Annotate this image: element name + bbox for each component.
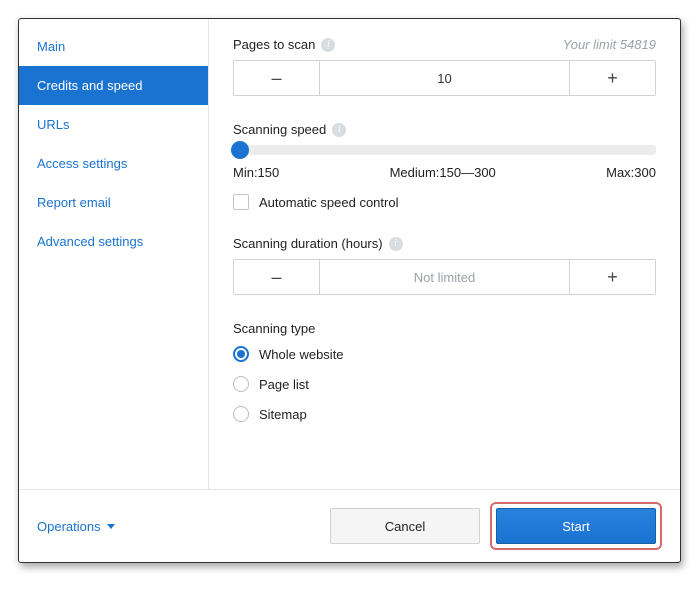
modal-footer: Operations Cancel Start: [19, 490, 680, 562]
radio-whole-website[interactable]: Whole website: [233, 346, 656, 362]
duration-stepper: – Not limited +: [233, 259, 656, 295]
slider-min-label: Min:150: [233, 165, 279, 180]
radio-sitemap[interactable]: Sitemap: [233, 406, 656, 422]
sidebar-item-main[interactable]: Main: [19, 27, 208, 66]
sidebar: Main Credits and speed URLs Access setti…: [19, 19, 209, 489]
radio-input[interactable]: [233, 376, 249, 392]
sidebar-item-credits-speed[interactable]: Credits and speed: [19, 66, 208, 105]
info-icon[interactable]: i: [332, 123, 346, 137]
sidebar-item-report-email[interactable]: Report email: [19, 183, 208, 222]
scanning-duration-text: Scanning duration (hours): [233, 236, 383, 251]
settings-modal: Main Credits and speed URLs Access setti…: [18, 18, 681, 563]
modal-body: Main Credits and speed URLs Access setti…: [19, 19, 680, 490]
pages-increment-button[interactable]: +: [569, 61, 655, 95]
scanning-type-text: Scanning type: [233, 321, 315, 336]
scanning-speed-section: Scanning speed i Min:150 Medium:150—300 …: [233, 122, 656, 210]
slider-max-label: Max:300: [606, 165, 656, 180]
auto-speed-row[interactable]: Automatic speed control: [233, 194, 656, 210]
main-panel: Pages to scan i Your limit 54819 – 10 + …: [209, 19, 680, 489]
scanning-duration-section: Scanning duration (hours) i – Not limite…: [233, 236, 656, 295]
radio-page-list[interactable]: Page list: [233, 376, 656, 392]
info-icon[interactable]: i: [389, 237, 403, 251]
radio-input[interactable]: [233, 346, 249, 362]
pages-to-scan-header: Pages to scan i Your limit 54819: [233, 37, 656, 52]
start-button[interactable]: Start: [496, 508, 656, 544]
radio-label: Whole website: [259, 347, 344, 362]
radio-input[interactable]: [233, 406, 249, 422]
pages-to-scan-label: Pages to scan i: [233, 37, 335, 52]
duration-increment-button[interactable]: +: [569, 260, 655, 294]
auto-speed-label: Automatic speed control: [259, 195, 398, 210]
slider-track[interactable]: [233, 145, 656, 155]
sidebar-item-advanced-settings[interactable]: Advanced settings: [19, 222, 208, 261]
cancel-button[interactable]: Cancel: [330, 508, 480, 544]
slider-medium-label: Medium:150—300: [390, 165, 496, 180]
speed-slider[interactable]: Min:150 Medium:150—300 Max:300: [233, 145, 656, 180]
duration-decrement-button[interactable]: –: [234, 260, 320, 294]
limit-hint: Your limit 54819: [563, 37, 656, 52]
operations-dropdown[interactable]: Operations: [37, 519, 115, 534]
slider-thumb[interactable]: [231, 141, 249, 159]
sidebar-item-urls[interactable]: URLs: [19, 105, 208, 144]
auto-speed-checkbox[interactable]: [233, 194, 249, 210]
radio-label: Page list: [259, 377, 309, 392]
pages-value[interactable]: 10: [320, 61, 569, 95]
pages-stepper: – 10 +: [233, 60, 656, 96]
scanning-speed-text: Scanning speed: [233, 122, 326, 137]
pages-to-scan-text: Pages to scan: [233, 37, 315, 52]
caret-down-icon: [107, 524, 115, 529]
slider-labels: Min:150 Medium:150—300 Max:300: [233, 165, 656, 180]
scanning-type-section: Scanning type Whole website Page list Si…: [233, 321, 656, 422]
scanning-type-radio-group: Whole website Page list Sitemap: [233, 346, 656, 422]
info-icon[interactable]: i: [321, 38, 335, 52]
scanning-type-label: Scanning type: [233, 321, 656, 336]
scanning-speed-label: Scanning speed i: [233, 122, 656, 137]
radio-label: Sitemap: [259, 407, 307, 422]
footer-actions: Cancel Start: [330, 502, 662, 550]
sidebar-item-access-settings[interactable]: Access settings: [19, 144, 208, 183]
operations-label: Operations: [37, 519, 101, 534]
pages-decrement-button[interactable]: –: [234, 61, 320, 95]
start-button-highlight: Start: [490, 502, 662, 550]
scanning-duration-label: Scanning duration (hours) i: [233, 236, 656, 251]
duration-value[interactable]: Not limited: [320, 260, 569, 294]
